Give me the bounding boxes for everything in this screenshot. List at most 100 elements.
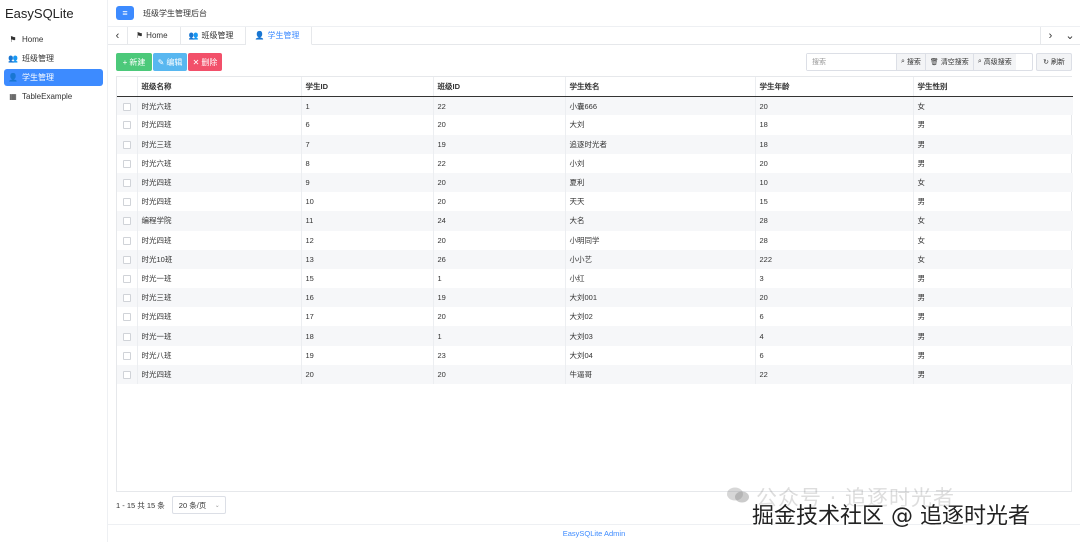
table-row[interactable]: 时光10班 13 26 小小艺 222 女	[117, 249, 1073, 269]
sidebar-item-student-management[interactable]: 👤 学生管理	[4, 69, 103, 86]
users-icon: 👥	[8, 54, 18, 63]
row-checkbox[interactable]	[122, 102, 131, 111]
table-row[interactable]: 时光四班 20 20 牛逼哥 22 男	[117, 364, 1073, 384]
table-cell: 20	[433, 192, 566, 212]
row-checkbox[interactable]	[122, 236, 131, 245]
table-cell: 时光三班	[137, 288, 302, 308]
tabs-scroll-right-button[interactable]: ›	[1040, 27, 1060, 44]
tab-home[interactable]: ⚑ Home	[128, 27, 181, 44]
table-cell: 13	[301, 249, 434, 269]
row-checkbox[interactable]	[122, 217, 131, 226]
table-cell: 20	[755, 96, 914, 116]
table-row[interactable]: 时光四班 10 20 天天 15 男	[117, 192, 1073, 212]
clear-search-button[interactable]: 🗑 清空搜索	[925, 54, 974, 70]
search-plus-icon: ⌕	[977, 58, 982, 65]
table-cell: 26	[433, 249, 566, 269]
table-header-row: 班级名称 学生ID 班级ID 学生姓名 学生年龄 学生性别	[117, 77, 1073, 97]
users-icon: 👥	[188, 31, 199, 40]
tab-class-management[interactable]: 👥 班级管理	[181, 27, 247, 44]
row-checkbox[interactable]	[122, 159, 131, 168]
edit-button-label: 编辑	[166, 57, 183, 67]
table-cell: 15	[301, 268, 434, 289]
row-checkbox-cell	[117, 345, 138, 365]
refresh-button-label: 刷新	[1050, 59, 1065, 66]
new-button[interactable]: + 新建	[116, 53, 152, 71]
hamburger-icon: ≡	[122, 8, 128, 18]
table-cell: 28	[755, 211, 914, 231]
table-row[interactable]: 时光四班 12 20 小明同学 28 女	[117, 230, 1073, 250]
row-checkbox[interactable]	[122, 140, 131, 149]
page-size-select[interactable]: 20 条/页 ⌄	[171, 496, 226, 514]
table-cell: 小刘	[565, 153, 756, 173]
table-body: 时光六班 1 22 小囊666 20 女时光四班 6 20 大刘 18 男时光三班 7 19 追逐时光者 1…	[117, 96, 1073, 384]
row-checkbox-cell	[117, 364, 138, 384]
column-header[interactable]: 班级ID	[433, 77, 566, 97]
row-checkbox[interactable]	[122, 255, 131, 264]
row-checkbox[interactable]	[122, 198, 131, 207]
row-checkbox[interactable]	[122, 294, 131, 303]
table-cell: 24	[433, 211, 566, 231]
table-cell: 小红	[565, 268, 756, 289]
row-checkbox[interactable]	[122, 351, 131, 360]
table-cell: 女	[913, 249, 1073, 269]
table-cell: 男	[917, 197, 926, 207]
table-cell: 大刘001	[565, 288, 756, 308]
search-input[interactable]	[807, 54, 897, 70]
table-cell: 大刘04	[565, 345, 756, 365]
column-header[interactable]: 学生ID	[301, 77, 434, 97]
table-row[interactable]: 编程学院 11 24 大名 28 女	[117, 211, 1073, 231]
row-checkbox[interactable]	[122, 121, 131, 130]
table-cell: 男	[917, 120, 926, 130]
row-checkbox[interactable]	[122, 274, 131, 283]
footer-text: EasySQLite Admin	[562, 529, 626, 538]
row-checkbox[interactable]	[122, 313, 131, 322]
delete-button[interactable]: ✕ 删除	[188, 53, 222, 71]
row-checkbox[interactable]	[122, 332, 131, 341]
table-row[interactable]: 时光六班 8 22 小刘 20 男	[117, 153, 1073, 173]
table-row[interactable]: 时光三班 7 19 追逐时光者 18 男	[117, 134, 1073, 154]
table-row[interactable]: 时光八班 19 23 大刘04 6 男	[117, 345, 1073, 365]
column-header[interactable]: 学生姓名	[565, 77, 756, 97]
row-checkbox[interactable]	[122, 370, 131, 379]
column-header[interactable]: 班级名称	[137, 77, 302, 97]
sidebar-item-class-management[interactable]: 👥 班级管理	[4, 50, 103, 67]
table-row[interactable]: 时光三班 16 19 大刘001 20 男	[117, 288, 1073, 308]
top-header: ≡ 班级学生管理后台	[108, 0, 1080, 27]
row-checkbox-cell	[117, 307, 138, 327]
flag-icon: ⚑	[136, 31, 144, 40]
column-header[interactable]: 学生年龄	[755, 77, 914, 97]
student-table: 班级名称 学生ID 班级ID 学生姓名 学生年龄 学生性别 时光六班 1 22 小囊6…	[116, 76, 1073, 492]
table-cell: 大刘02	[565, 307, 756, 327]
tabs-dropdown-button[interactable]: ⌄	[1060, 27, 1080, 44]
row-checkbox-cell	[117, 96, 138, 116]
column-header[interactable]: 学生性别	[913, 77, 1073, 97]
user-group-icon: 👤	[254, 31, 265, 40]
table-row[interactable]: 时光一班 18 1 大刘03 4 男	[117, 326, 1073, 346]
table-row[interactable]: 时光四班 17 20 大刘02 6 男	[117, 307, 1073, 327]
table-cell: 男	[913, 134, 1073, 154]
sidebar-item-home[interactable]: ⚑ Home	[4, 31, 103, 48]
edit-button[interactable]: ✎ 编辑	[153, 53, 187, 71]
menu-toggle-button[interactable]: ≡	[116, 6, 134, 20]
table-row[interactable]: 时光四班 6 20 大刘 18 男	[117, 115, 1073, 135]
table-cell: 22	[433, 153, 566, 173]
table-row[interactable]: 时光六班 1 22 小囊666 20 女	[117, 96, 1073, 116]
search-button[interactable]: ⌕ 搜索	[897, 54, 926, 70]
refresh-button[interactable]: ↻ 刷新	[1036, 53, 1072, 71]
advanced-search-button[interactable]: ⌕ 高级搜索	[973, 54, 1016, 70]
select-all-checkbox-cell[interactable]	[117, 77, 138, 97]
table-cell: 17	[301, 307, 434, 327]
table-cell: 19	[301, 345, 434, 365]
table-cell: 16	[301, 288, 434, 308]
table-row[interactable]: 时光四班 9 20 夏利 10 女	[117, 172, 1073, 193]
tabs-scroll-left-button[interactable]: ‹	[108, 27, 128, 44]
row-checkbox[interactable]	[122, 179, 131, 188]
table-cell: 15	[755, 192, 914, 212]
table-row[interactable]: 时光一班 15 1 小红 3 男	[117, 268, 1073, 289]
table-cell: 28	[755, 230, 914, 250]
tab-student-management[interactable]: 👤 学生管理	[246, 27, 313, 45]
table-cell: 时光四班	[137, 192, 302, 212]
advanced-search-label: 高级搜索	[983, 59, 1012, 66]
table-cell: 男	[913, 288, 1073, 308]
sidebar-item-table-example[interactable]: ▦ TableExample	[4, 88, 103, 105]
